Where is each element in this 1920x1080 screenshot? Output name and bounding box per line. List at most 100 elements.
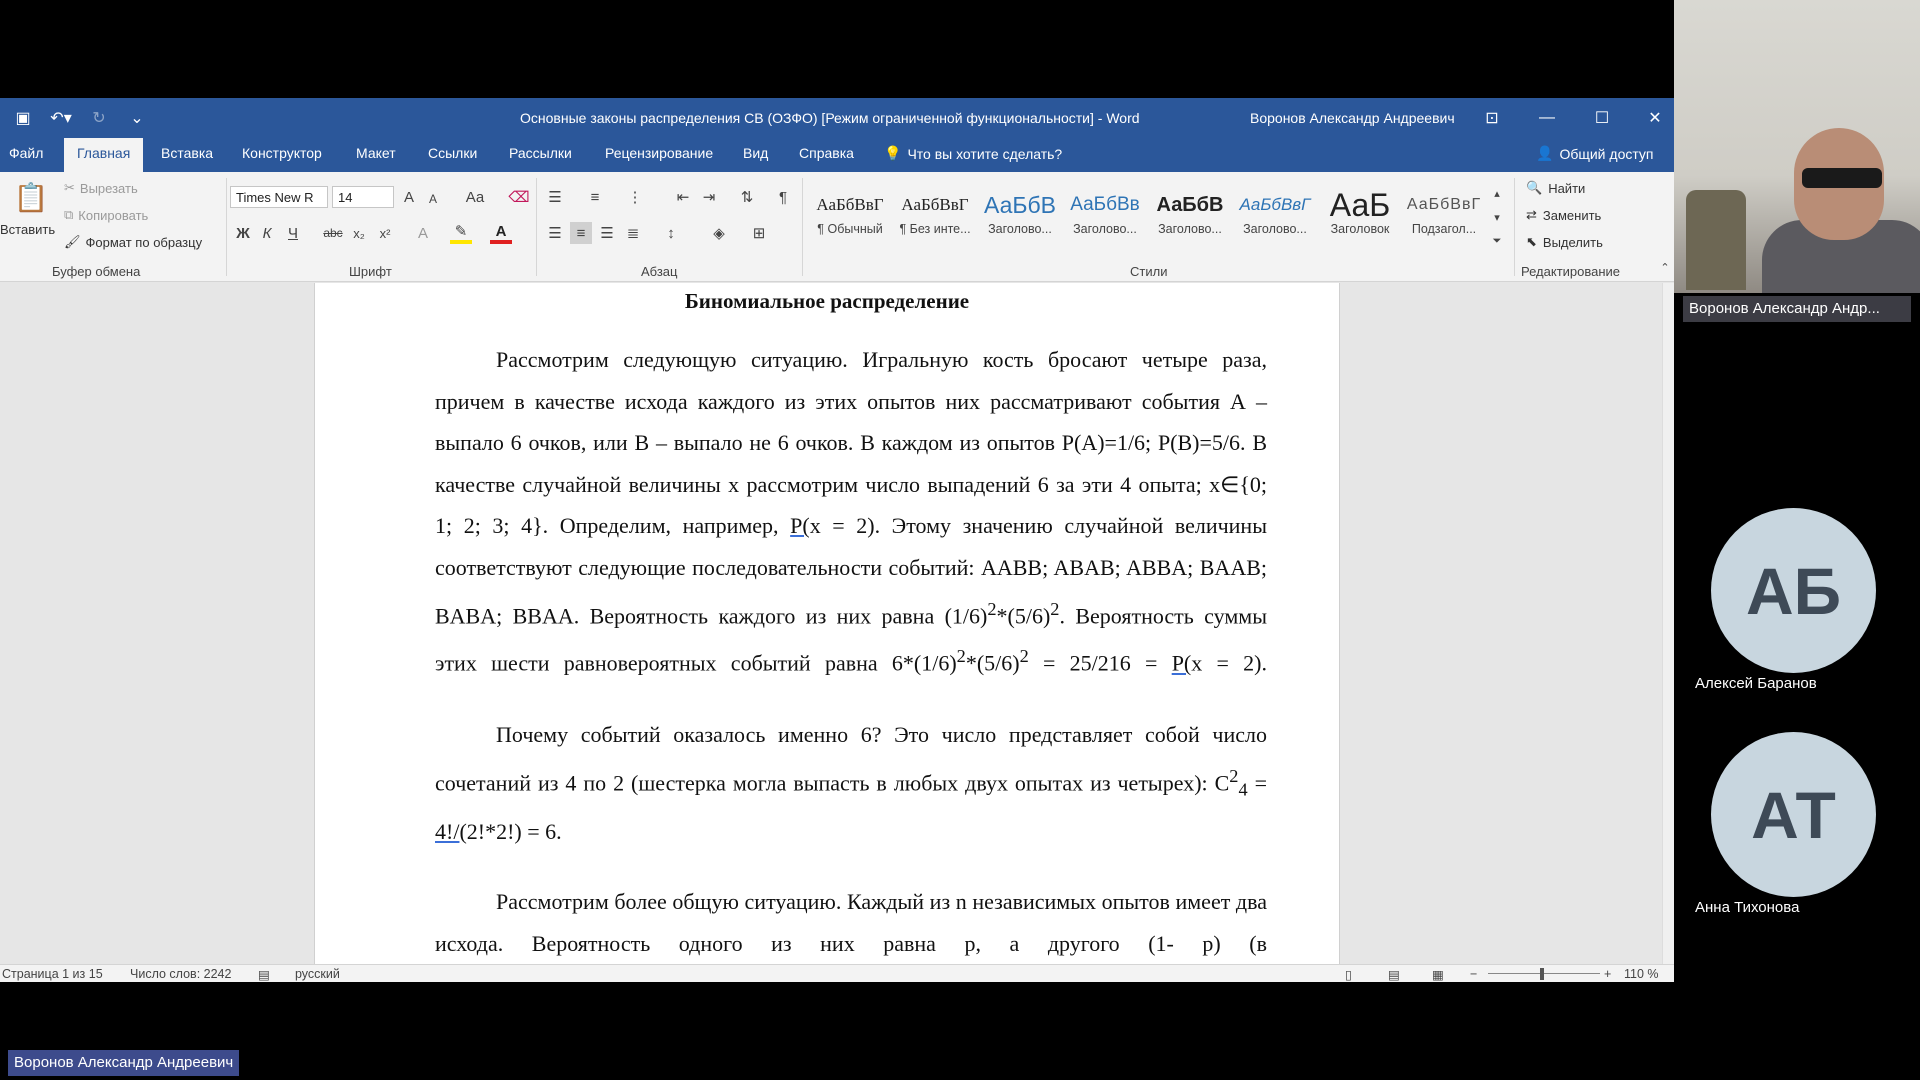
pilcrow-icon[interactable]: ¶ xyxy=(772,186,794,208)
document-page[interactable]: Биномиальное распределение Рассмотрим сл… xyxy=(314,283,1340,964)
zoom-level[interactable]: 110 % xyxy=(1624,967,1659,981)
grow-font-icon[interactable]: A xyxy=(398,186,420,208)
text-effects-button[interactable]: A xyxy=(412,222,434,244)
select-button[interactable]: ⬉ Выделить xyxy=(1526,234,1603,250)
style-heading-3[interactable]: АаБбВ Заголово... xyxy=(1148,188,1232,236)
zoom-in-icon[interactable]: + xyxy=(1604,967,1611,981)
font-name-combo[interactable]: Times New R xyxy=(230,186,328,208)
line-spacing-icon[interactable]: ↕ xyxy=(660,222,682,244)
tab-file[interactable]: Файл xyxy=(9,145,43,161)
subscript-button[interactable]: x₂ xyxy=(348,222,370,244)
tab-layout[interactable]: Макет xyxy=(356,145,396,161)
style-title[interactable]: АаБ Заголовок xyxy=(1318,188,1402,236)
tab-help[interactable]: Справка xyxy=(799,145,854,161)
tab-home[interactable]: Главная xyxy=(64,138,144,172)
redo-icon[interactable]: ↻ xyxy=(88,107,110,129)
style-heading-2[interactable]: АаБбВв Заголово... xyxy=(1063,188,1147,236)
screen-share-label: Воронов Александр Андреевич xyxy=(8,1050,240,1076)
proofing-icon[interactable]: ▤ xyxy=(258,967,270,982)
align-right-icon[interactable]: ☰ xyxy=(596,222,618,244)
text-run: *(5/6) xyxy=(965,650,1020,676)
zoom-out-icon[interactable]: − xyxy=(1470,967,1477,981)
text-run: (2!*2!) = 6. xyxy=(459,818,562,844)
style-normal[interactable]: АаБбВвГ ¶ Обычный xyxy=(808,188,892,236)
style-preview: АаБбВвГ xyxy=(901,195,969,214)
web-layout-icon[interactable]: ▦ xyxy=(1432,967,1444,982)
find-button[interactable]: 🔍 Найти xyxy=(1526,180,1585,196)
clear-formatting-icon[interactable]: ⌫ xyxy=(508,186,530,208)
account-name[interactable]: Воронов Александр Андреевич xyxy=(1250,110,1455,126)
zoom-slider[interactable] xyxy=(1488,973,1600,974)
video-background xyxy=(1686,190,1746,290)
format-painter-button[interactable]: 🖌 Формат по образцу xyxy=(64,234,202,250)
style-subtitle[interactable]: АаБбВвГ Подзагол... xyxy=(1402,188,1486,236)
bold-button[interactable]: Ж xyxy=(232,222,254,244)
text-run: х = 2). xyxy=(1191,650,1267,676)
strikethrough-button[interactable]: abc xyxy=(322,222,344,244)
participant-avatar[interactable]: АБ xyxy=(1711,508,1876,673)
share-button[interactable]: 👤 Общий доступ xyxy=(1536,145,1654,162)
align-center-icon[interactable]: ≡ xyxy=(570,222,592,244)
font-color-button[interactable]: A xyxy=(490,222,512,244)
tell-me-search[interactable]: 💡 Что вы хотите сделать? xyxy=(884,145,1062,162)
save-icon[interactable]: ▣ xyxy=(12,107,34,129)
tab-design[interactable]: Конструктор xyxy=(242,145,322,161)
participant-avatar[interactable]: АТ xyxy=(1711,732,1876,897)
styles-scroll-up-icon[interactable]: ▴ xyxy=(1486,182,1508,204)
zoom-thumb[interactable] xyxy=(1540,968,1544,980)
word-count[interactable]: Число слов: 2242 xyxy=(130,967,231,981)
print-layout-icon[interactable]: ▤ xyxy=(1388,967,1400,982)
copy-icon: ⧉ xyxy=(64,207,74,222)
cut-button[interactable]: ✂ Вырезать xyxy=(64,180,138,196)
copy-label: Копировать xyxy=(78,207,149,223)
minimize-button[interactable]: — xyxy=(1532,104,1562,132)
style-heading-4[interactable]: АаБбВвГ Заголово... xyxy=(1233,188,1317,236)
copy-button[interactable]: ⧉ Копировать xyxy=(64,207,148,223)
align-left-icon[interactable]: ☰ xyxy=(544,222,566,244)
text-run: *(5/6) xyxy=(996,602,1051,628)
language[interactable]: русский xyxy=(295,967,340,981)
undo-icon[interactable]: ↶▾ xyxy=(50,107,72,129)
tab-mailings[interactable]: Рассылки xyxy=(509,145,572,161)
style-heading-1[interactable]: АаБбВ Заголово... xyxy=(978,188,1062,236)
shrink-font-icon[interactable]: A xyxy=(422,188,444,210)
read-mode-icon[interactable]: ▯ xyxy=(1345,967,1352,982)
text-run: ∈ xyxy=(1220,471,1240,497)
select-label: Выделить xyxy=(1542,234,1603,250)
style-no-spacing[interactable]: АаБбВвГ ¶ Без инте... xyxy=(893,188,977,236)
paste-icon[interactable]: 📋 xyxy=(14,180,49,214)
font-size-combo[interactable]: 14 xyxy=(332,186,394,208)
multilevel-list-icon[interactable]: ⋮ xyxy=(624,186,646,208)
tab-insert[interactable]: Вставка xyxy=(161,145,213,161)
styles-more-icon[interactable]: ⏷ xyxy=(1486,230,1508,252)
underline-button[interactable]: Ч xyxy=(282,222,304,244)
group-divider xyxy=(536,178,537,276)
tab-review[interactable]: Рецензирование xyxy=(605,145,713,161)
tab-view[interactable]: Вид xyxy=(743,145,768,161)
tab-references[interactable]: Ссылки xyxy=(428,145,477,161)
change-case-button[interactable]: Аа xyxy=(458,186,492,208)
superscript: 2 xyxy=(987,598,997,619)
maximize-button[interactable]: ☐ xyxy=(1587,104,1617,132)
customize-qat-icon[interactable]: ⌄ xyxy=(126,107,148,129)
styles-scroll-down-icon[interactable]: ▾ xyxy=(1486,206,1508,228)
paste-button[interactable]: Вставить xyxy=(0,222,55,237)
sort-icon[interactable]: ⇅ xyxy=(736,186,758,208)
borders-icon[interactable]: ⊞ xyxy=(748,222,770,244)
vertical-scrollbar[interactable] xyxy=(1662,283,1674,964)
page-count[interactable]: Страница 1 из 15 xyxy=(2,967,103,981)
superscript-button[interactable]: x² xyxy=(374,222,396,244)
decrease-indent-icon[interactable]: ⇤ xyxy=(672,186,694,208)
ribbon-display-options-icon[interactable]: ⊡ xyxy=(1477,104,1507,132)
highlight-icon[interactable]: ✎ xyxy=(450,222,472,244)
bullets-icon[interactable]: ☰ xyxy=(544,186,566,208)
shading-icon[interactable]: ◈ xyxy=(708,222,730,244)
justify-icon[interactable]: ≣ xyxy=(622,222,644,244)
close-button[interactable]: ✕ xyxy=(1640,104,1670,132)
numbering-icon[interactable]: ≡ xyxy=(584,186,606,208)
replace-button[interactable]: ⇄ Заменить xyxy=(1526,207,1601,223)
collapse-ribbon-icon[interactable]: ⌃ xyxy=(1654,256,1674,278)
paragraph-1: Рассмотрим следующую ситуацию. Игральную… xyxy=(435,339,1267,684)
increase-indent-icon[interactable]: ⇥ xyxy=(698,186,720,208)
italic-button[interactable]: К xyxy=(256,222,278,244)
